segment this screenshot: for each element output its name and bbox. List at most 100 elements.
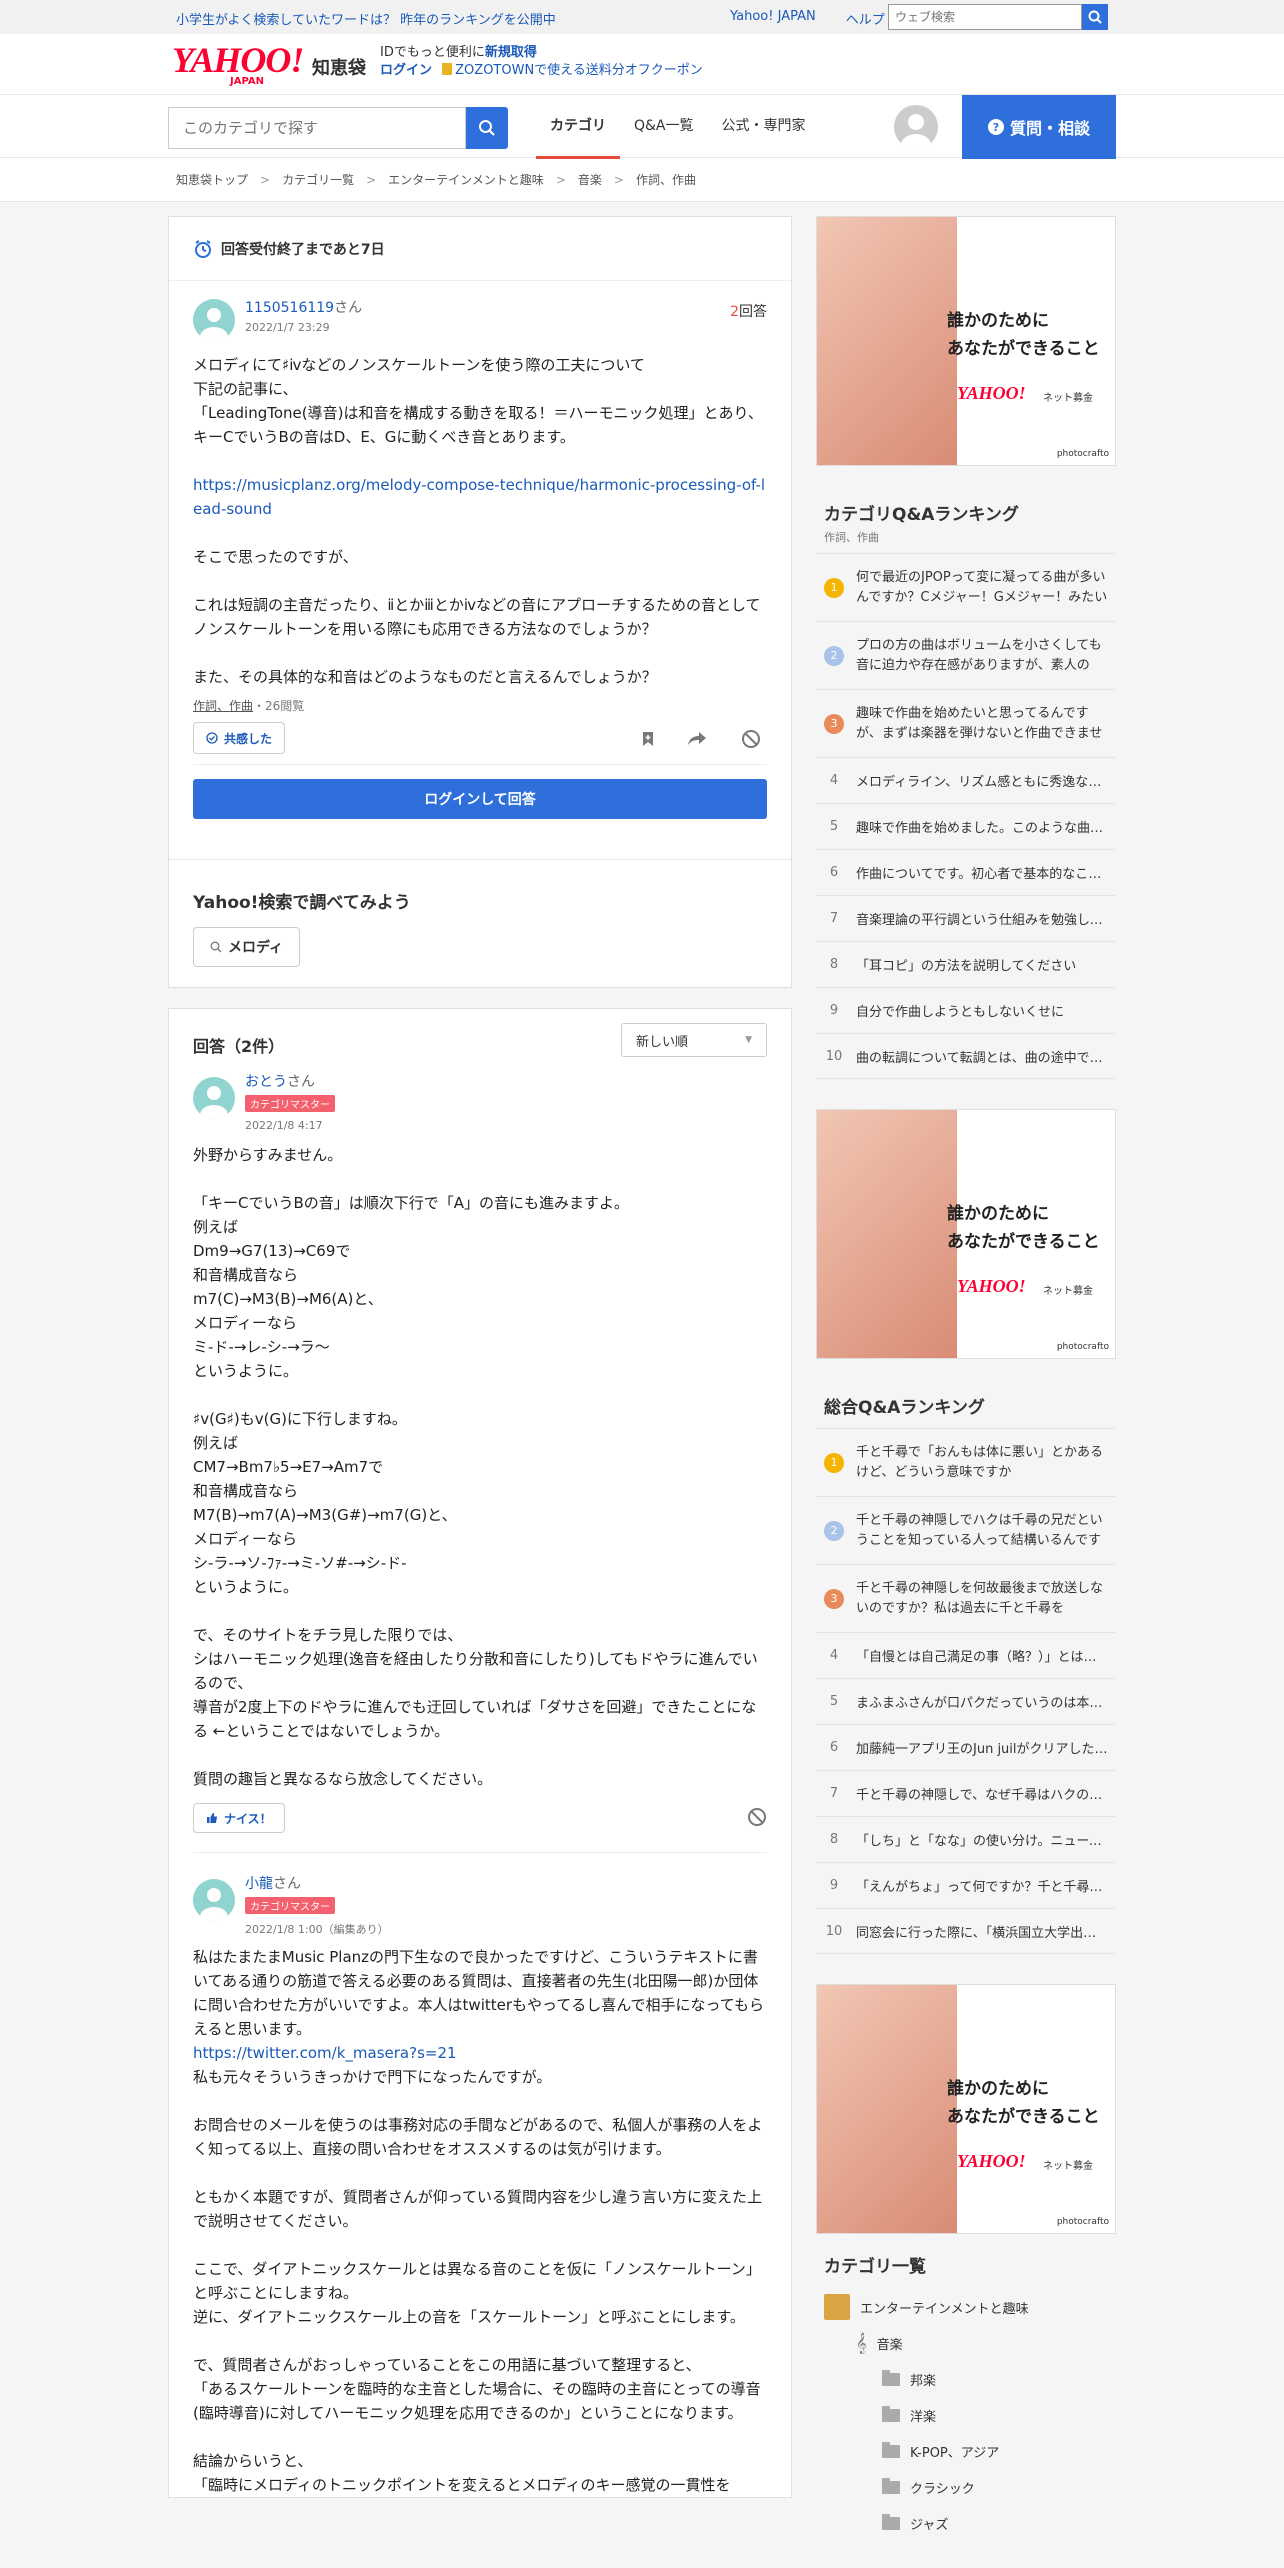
ranking-item[interactable]: 3 千と千尋の神隠しを何故最後まで放送しないのですか？私は過去に千と千尋を	[816, 1564, 1116, 1632]
twitter-link[interactable]: https://twitter.com/k_masera?s=21	[193, 2044, 457, 2062]
category-tag-link[interactable]: 作詞、作曲	[193, 699, 253, 713]
ranking-item[interactable]: 9 「えんがちょ」って何ですか？千と千尋の神隠しで	[816, 1862, 1116, 1908]
breadcrumb-sep: >	[260, 172, 271, 187]
question-text-1: メロディにて♯ⅳなどのノンスケールトーンを使う際の工夫について 下記の記事に、 …	[193, 356, 763, 446]
ranking-item-text: 趣味で作曲を始めました。このような曲を作ったのですが	[856, 821, 1108, 836]
ranking-promo-link[interactable]: 小学生がよく検索していたワードは？ 昨年のランキングを公開中	[176, 9, 556, 28]
tab-official[interactable]: 公式・専門家	[708, 95, 820, 159]
breadcrumb-sep: >	[366, 172, 377, 187]
ranking-item[interactable]: 2 千と千尋の神隠しでハクは千尋の兄だということを知っている人って結構いるんですか	[816, 1496, 1116, 1564]
ranking-item[interactable]: 4 メロディライン、リズム感ともに秀逸な曲を教えてください	[816, 757, 1116, 803]
zozo-coupon-link[interactable]: ZOZOTOWNで使える送料分オフクーポン	[455, 63, 703, 78]
ranking-item[interactable]: 7 千と千尋の神隠しで、なぜ千尋はハクの名前を	[816, 1770, 1116, 1816]
category-search-input[interactable]	[168, 107, 466, 149]
ranking-item-text: まふまふさんが口パクだっていうのは本当ですか	[856, 1696, 1108, 1711]
web-search-input[interactable]	[888, 4, 1082, 30]
category-item-sub[interactable]: ジャズ	[816, 2505, 1116, 2541]
ranking-item[interactable]: 10 同窓会に行った際に、「横浜国立大学出身です」と言ったら	[816, 1908, 1116, 1954]
charity-ad[interactable]: 誰かのために あなたができること YAHOO! ネット募金 photocrafto	[816, 216, 1116, 466]
sort-selected: 新しい順	[636, 1034, 689, 1050]
answers-header: 回答（2件） 新しい順 ▼	[169, 1009, 791, 1071]
category-item-music[interactable]: 𝄞 音楽	[816, 2325, 1116, 2361]
breadcrumb-entertainment[interactable]: エンターテインメントと趣味	[388, 171, 544, 188]
help-link[interactable]: ヘルプ	[846, 9, 885, 28]
breadcrumb: 知恵袋トップ > カテゴリ一覧 > エンターテインメントと趣味 > 音楽 > 作詞、作曲	[0, 158, 1284, 202]
avatar-silhouette-icon	[200, 1888, 228, 1921]
breadcrumb-categories[interactable]: カテゴリ一覧	[282, 171, 354, 188]
category-item-sub[interactable]: 邦楽	[816, 2361, 1116, 2397]
breadcrumb-music[interactable]: 音楽	[578, 171, 602, 188]
ranking-item[interactable]: 8 「耳コピ」の方法を説明してください	[816, 941, 1116, 987]
category-search-button[interactable]	[466, 107, 508, 149]
charity-ad[interactable]: 誰かのために あなたができること YAHOO! ネット募金 photocrafto	[816, 1109, 1116, 1359]
ranking-item[interactable]: 6 作曲についてです。初心者で基本的なことが分かりません	[816, 849, 1116, 895]
rank-number: 5	[829, 1694, 839, 1709]
ask-button[interactable]: ? 質問・相談	[962, 95, 1116, 159]
ranking-item[interactable]: 3 趣味で作曲を始めたいと思ってるんですが、まずは楽器を弾けないと作曲できませんか…	[816, 689, 1116, 757]
yahoo-japan-link[interactable]: Yahoo! JAPAN	[730, 9, 816, 28]
ranking-item[interactable]: 6 加藤純一アプリ王のJun juilがクリアした件について	[816, 1724, 1116, 1770]
view-count: ・26閲覧	[253, 699, 305, 713]
ranking-item[interactable]: 8 「しち」と「なな」の使い分け。ニュースなどで	[816, 1816, 1116, 1862]
share-icon[interactable]	[687, 730, 707, 748]
answer-avatar[interactable]	[193, 1879, 235, 1921]
ad-yahoo-logo: YAHOO!	[957, 1276, 1026, 1296]
reference-link[interactable]: https://musicplanz.org/melody-compose-te…	[193, 476, 765, 518]
answer-author-link[interactable]: 小龍	[245, 1876, 273, 1892]
answer-author-link[interactable]: おとう	[245, 1074, 287, 1090]
author-suffix: さん	[334, 300, 363, 316]
category-item-entertainment[interactable]: エンターテインメントと趣味	[816, 2289, 1116, 2325]
charity-ad[interactable]: 誰かのために あなたができること YAHOO! ネット募金 photocrafto	[816, 1984, 1116, 2234]
service-name: 知恵袋	[312, 58, 366, 79]
empathy-label: 共感した	[224, 731, 273, 746]
ranking-item[interactable]: 7 音楽理論の平行調という仕組みを勉強しています	[816, 895, 1116, 941]
ad-copy-line-1: 誰かのために	[947, 2079, 1049, 2099]
ranking-item[interactable]: 10 曲の転調について転調とは、曲の途中でキーが変わることですか	[816, 1033, 1116, 1079]
block-icon[interactable]	[747, 1807, 767, 1827]
answer-avatar[interactable]	[193, 1077, 235, 1119]
ad-credit: photocrafto	[1056, 2217, 1109, 2227]
ranking-item[interactable]: 4 「自慢とは自己満足の事（略？）」とはどういう意味ですか	[816, 1632, 1116, 1678]
answer-author-name: 小龍さん	[245, 1873, 301, 1893]
ranking-item[interactable]: 2 プロの方の曲はボリュームを小さくしても音に迫力や存在感がありますが、素人の	[816, 621, 1116, 689]
author-name[interactable]: 1150516119さん	[245, 297, 362, 317]
ranking-item[interactable]: 5 まふまふさんが口パクだっていうのは本当ですか	[816, 1678, 1116, 1724]
login-to-answer-button[interactable]: ログインして回答	[193, 779, 767, 819]
author-name-link[interactable]: 1150516119	[245, 300, 334, 316]
login-link[interactable]: ログイン	[380, 63, 432, 78]
breadcrumb-composition[interactable]: 作詞、作曲	[636, 171, 696, 188]
answer-author-suffix: さん	[287, 1074, 315, 1090]
answer-author: 小龍さん カテゴリマスター 2022/1/8 1:00（編集あり）	[193, 1873, 767, 1945]
bookmark-icon[interactable]	[639, 730, 657, 748]
ranking-item-text: メロディライン、リズム感ともに秀逸な曲を教えてください	[856, 775, 1108, 790]
answer-item: 小龍さん カテゴリマスター 2022/1/8 1:00（編集あり） 私はたまたま…	[169, 1873, 791, 2497]
web-search-button[interactable]	[1082, 4, 1108, 30]
keyword-chip[interactable]: メロディ	[193, 927, 301, 967]
ranking-item-text: 千と千尋の神隠しでハクは千尋の兄だということを知っている人って結構いるんですか	[856, 1512, 1103, 1548]
register-link[interactable]: 新規取得	[485, 45, 537, 60]
author-avatar[interactable]	[193, 299, 235, 341]
block-icon[interactable]	[741, 729, 761, 749]
tab-category[interactable]: カテゴリ	[536, 95, 620, 159]
rank-badge: 2	[824, 1520, 844, 1541]
ranking-item[interactable]: 1 何で最近のJPOPって変に凝ってる曲が多いんですか？Cメジャー！Gメジャー！み…	[816, 553, 1116, 621]
nice-button[interactable]: ナイス！	[193, 1803, 285, 1833]
chiebukuro-logo[interactable]: YAHOO! JAPAN 知恵袋	[172, 42, 366, 87]
thumbs-up-icon	[207, 1813, 217, 1823]
breadcrumb-top[interactable]: 知恵袋トップ	[176, 171, 248, 188]
tab-qa-list[interactable]: Q&A一覧	[620, 95, 708, 159]
ranking-item[interactable]: 5 趣味で作曲を始めました。このような曲を作ったのですが	[816, 803, 1116, 849]
ad-credit: photocrafto	[1056, 1342, 1109, 1352]
coupon-icon	[442, 63, 453, 75]
ranking-item[interactable]: 1 千と千尋で「おんもは体に悪い」とかあるけど、どういう意味ですか	[816, 1428, 1116, 1496]
category-item-sub[interactable]: クラシック	[816, 2469, 1116, 2505]
empathy-button[interactable]: 共感した	[193, 722, 286, 754]
check-circle-icon	[206, 732, 218, 744]
sort-select[interactable]: 新しい順 ▼	[621, 1023, 767, 1057]
ranking-item[interactable]: 9 自分で作曲しようともしないくせに	[816, 987, 1116, 1033]
category-item-sub[interactable]: 洋楽	[816, 2397, 1116, 2433]
user-avatar[interactable]	[894, 105, 938, 149]
answer-author-suffix: さん	[273, 1876, 301, 1892]
rank-badge: 1	[824, 577, 844, 598]
category-item-sub[interactable]: K-POP、アジア	[816, 2433, 1116, 2469]
